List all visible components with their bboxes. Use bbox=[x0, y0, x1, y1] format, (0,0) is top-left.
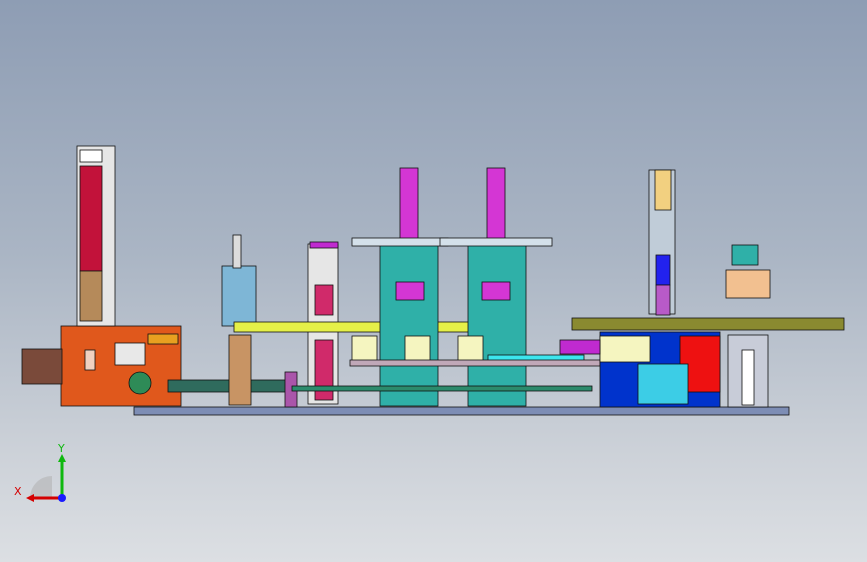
cad-viewport[interactable]: X Y bbox=[0, 0, 867, 562]
olive-beam bbox=[571, 317, 845, 331]
motor-circle bbox=[128, 371, 152, 395]
press-one-frame bbox=[379, 242, 439, 407]
y-axis-label: Y bbox=[58, 442, 65, 455]
left-station bbox=[221, 265, 257, 327]
far-right-unit bbox=[731, 244, 759, 266]
press-two-frame bbox=[467, 242, 527, 407]
z-axis-dot bbox=[58, 494, 66, 502]
orientation-triad[interactable] bbox=[10, 440, 80, 510]
x-axis-label: X bbox=[14, 485, 22, 498]
yellow-beam bbox=[233, 321, 497, 333]
conveyor-tube bbox=[167, 379, 289, 393]
x-arrowhead bbox=[26, 494, 34, 502]
assembly-model[interactable] bbox=[0, 0, 867, 562]
y-arrowhead bbox=[58, 454, 66, 462]
base-plate bbox=[133, 406, 790, 416]
